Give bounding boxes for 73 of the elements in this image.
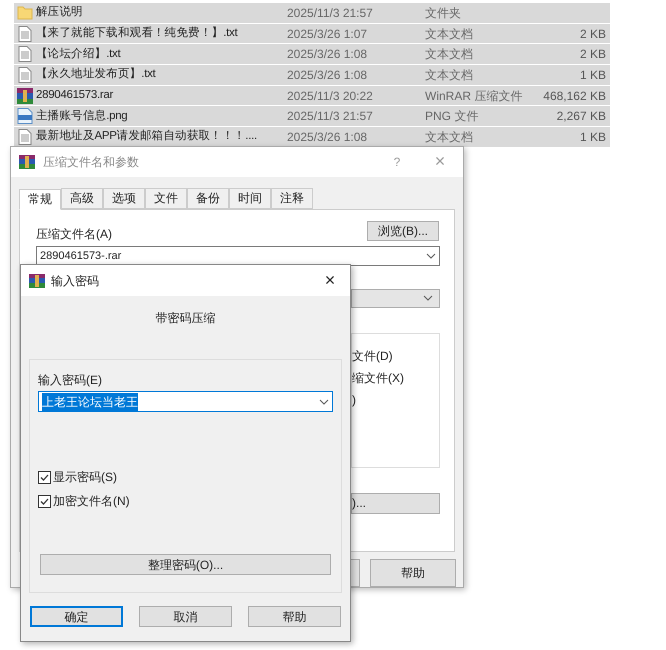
file-size: 2,267 KB [556,108,607,126]
file-size: 1 KB [578,128,607,146]
field-label: 压缩文件名(A) [36,226,112,243]
list-item[interactable]: 缩文件(X) [352,368,439,387]
file-date: 2025/11/3 21:57 [286,4,374,22]
password-field[interactable]: 上老王论坛当老王 [38,391,333,412]
file-row[interactable]: 最新地址及APP请发邮箱自动获取！！！.... 2025/3/26 1:08 文本文档 1 KB [14,127,610,148]
document-icon [18,26,32,42]
file-row[interactable]: 2890461573.rar 2025/11/3 20:22 WinRAR 压缩文件 468,162 KB [14,86,610,106]
file-name: 最新地址及APP请发邮箱自动获取！！！.... [36,128,258,144]
tab[interactable]: 高级 [61,188,103,209]
tab[interactable]: 注释 [271,188,313,209]
window-title: 输入密码 [51,272,99,290]
tab[interactable]: 备份 [187,188,229,209]
folder-icon [17,6,33,20]
file-type: 文件夹 [425,4,462,22]
tab[interactable]: 选项 [103,188,145,209]
file-size: 1 KB [578,66,607,84]
help-button[interactable]: 帮助 [370,559,456,587]
dialog-heading: 带密码压缩 [154,310,216,327]
file-type: 文本文档 [425,46,474,64]
dialog-button[interactable]: 帮助 [248,606,341,627]
dialog-button[interactable]: 取消 [139,606,232,627]
document-icon [18,66,32,83]
file-type: 文本文档 [425,66,474,84]
tab[interactable]: 常规 [19,188,61,210]
file-size: 2 KB [578,46,607,64]
archive-icon [17,88,33,104]
tab[interactable]: 时间 [229,188,271,209]
file-row[interactable]: 【论坛介绍】.txt 2025/3/26 1:08 文本文档 2 KB [14,44,610,66]
file-name: 主播账号信息.png [36,108,128,124]
file-size: 468,162 KB [542,88,607,105]
file-date: 2025/3/26 1:08 [286,66,368,84]
checkbox-label: 显示密码(S) [53,469,117,486]
file-name: 【来了就能下载和观看！纯免费！】.txt [36,26,239,41]
document-icon [18,128,32,145]
file-date: 2025/3/26 1:08 [286,46,368,64]
archive-icon [29,274,45,288]
list-item[interactable]: ) [352,390,439,409]
tab[interactable]: 文件 [145,188,187,209]
browse-button[interactable]: 浏览(B)... [367,220,439,241]
filename-field[interactable]: 2890461573-.rar [36,246,440,266]
file-date: 2025/11/3 21:57 [286,108,374,126]
organize-button[interactable]: 整理密码(O)... [40,554,331,575]
checkbox[interactable] [38,470,51,484]
dropdown-field[interactable] [351,288,440,308]
dialog-button[interactable]: 确定 [30,606,123,627]
file-name: 【永久地址发布页】.txt [36,66,157,82]
partial-button[interactable]: )... [351,492,440,514]
file-type: WinRAR 压缩文件 [425,88,524,105]
file-row[interactable]: 【永久地址发布页】.txt 2025/3/26 1:08 文本文档 1 KB [14,65,610,86]
file-size: 2 KB [578,26,607,43]
file-date: 2025/3/26 1:07 [286,26,368,43]
file-date: 2025/11/3 20:22 [286,88,374,105]
file-type: 文本文档 [425,26,474,43]
file-name: 【论坛介绍】.txt [36,46,122,62]
document-icon [18,46,32,62]
file-date: 2025/3/26 1:08 [286,128,368,146]
checkbox-label: 加密文件名(N) [53,493,130,510]
field-label: 输入密码(E) [38,372,103,389]
checkbox[interactable] [38,494,51,508]
file-name: 解压说明 [36,4,84,20]
window-title: 压缩文件名和参数 [43,154,139,171]
archive-icon [19,154,35,169]
file-name: 2890461573.rar [36,88,114,103]
file-row[interactable]: 主播账号信息.png 2025/11/3 21:57 PNG 文件 2,267 KB [14,106,610,128]
image-file-icon [17,108,33,124]
file-type: 文本文档 [425,128,474,146]
file-row[interactable]: 解压说明 2025/11/3 21:57 文件夹 [14,3,610,24]
file-row[interactable]: 【来了就能下载和观看！纯免费！】.txt 2025/3/26 1:07 文本文档 2 KB [14,24,610,44]
file-type: PNG 文件 [425,108,480,126]
close-button[interactable]: × [310,267,350,294]
list-item[interactable]: 文件(D) [352,346,439,365]
